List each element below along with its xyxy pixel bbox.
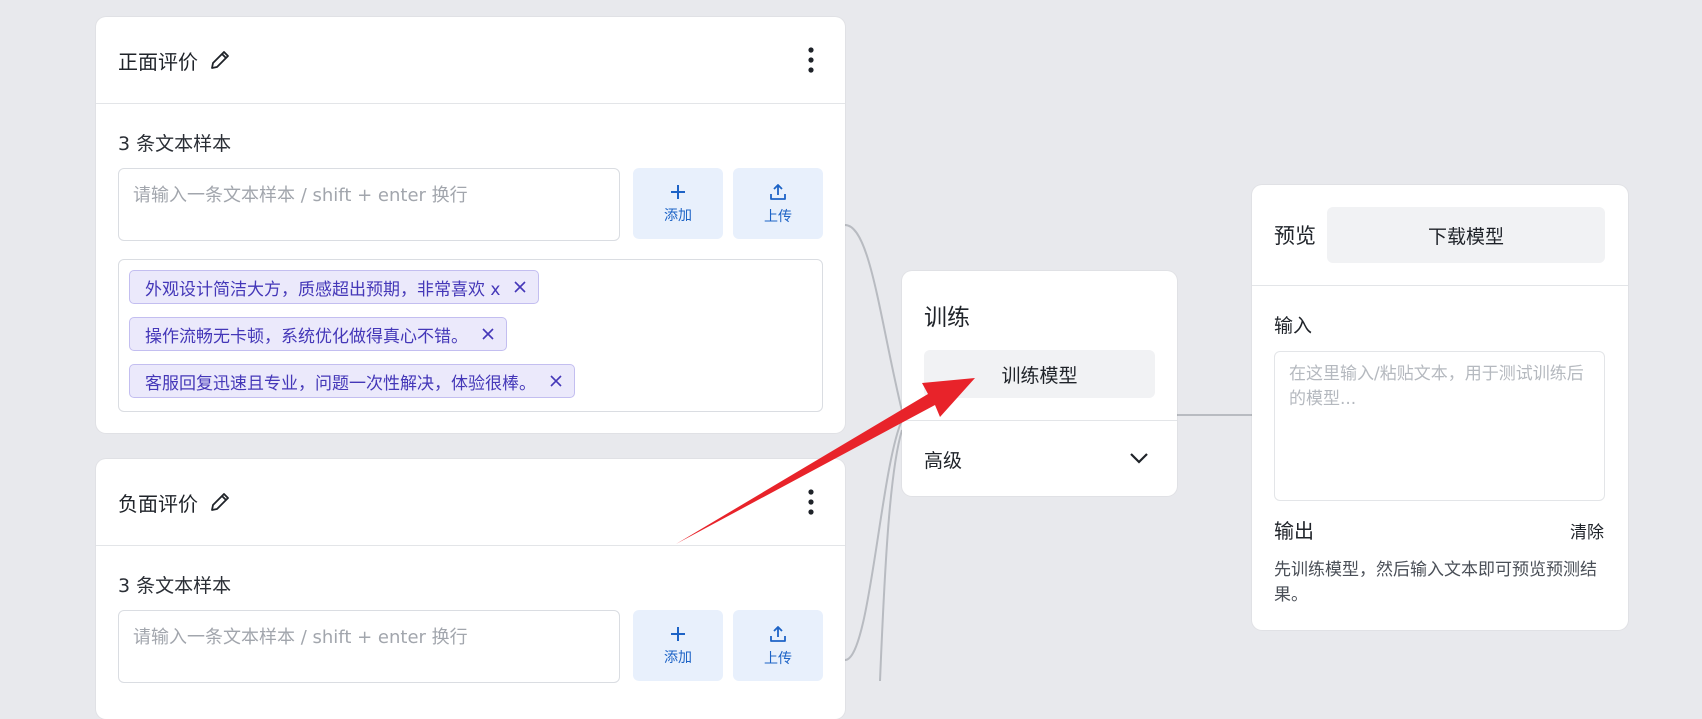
upload-button[interactable]: 上传	[733, 168, 823, 239]
add-button[interactable]: 添加	[633, 168, 723, 239]
add-button-label: 添加	[664, 649, 692, 666]
pencil-icon[interactable]	[208, 48, 232, 72]
class-card-positive: 正面评价 3 条文本样本 请输入一条文本样本 / shift + enter 换…	[96, 17, 845, 433]
class-card-header: 负面评价	[96, 459, 845, 546]
advanced-toggle[interactable]: 高级	[924, 446, 962, 473]
chevron-down-icon[interactable]	[1129, 452, 1149, 464]
output-hint: 先训练模型，然后输入文本即可预览预测结果。	[1274, 560, 1597, 605]
train-model-button[interactable]: 训练模型	[924, 350, 1155, 398]
sample-count: 3 条文本样本	[118, 575, 232, 597]
class-card-negative: 负面评价 3 条文本样本 请输入一条文本样本 / shift + enter 换…	[96, 459, 845, 719]
upload-button-label: 上传	[764, 208, 792, 225]
class-title[interactable]: 负面评价	[118, 488, 198, 517]
sample-count: 3 条文本样本	[118, 133, 232, 155]
divider	[1252, 285, 1628, 286]
output-label: 输出	[1274, 519, 1314, 543]
sample-input[interactable]: 请输入一条文本样本 / shift + enter 换行	[118, 610, 620, 683]
more-vertical-icon[interactable]	[807, 46, 815, 74]
close-icon[interactable]	[480, 326, 496, 342]
sample-chip-text: 外观设计简洁大方，质感超出预期，非常喜欢 x	[145, 279, 501, 300]
sample-chip: 操作流畅无卡顿，系统优化做得真心不错。	[129, 317, 507, 351]
sample-list: 外观设计简洁大方，质感超出预期，非常喜欢 x 操作流畅无卡顿，系统优化做得真心不…	[118, 259, 823, 412]
preview-card: 预览 下载模型 输入 在这里输入/粘贴文本，用于测试训练后的模型... 输出 清…	[1252, 185, 1628, 630]
sample-input[interactable]: 请输入一条文本样本 / shift + enter 换行	[118, 168, 620, 241]
clear-button[interactable]: 清除	[1570, 518, 1604, 543]
plus-icon	[671, 626, 685, 641]
input-label: 输入	[1274, 315, 1313, 337]
close-icon[interactable]	[548, 373, 564, 389]
pencil-icon[interactable]	[208, 490, 232, 514]
sample-chip-text: 操作流畅无卡顿，系统优化做得真心不错。	[145, 326, 468, 347]
preview-input[interactable]: 在这里输入/粘贴文本，用于测试训练后的模型...	[1274, 351, 1605, 501]
sample-chip: 客服回复迅速且专业，问题一次性解决，体验很棒。	[129, 364, 575, 398]
sample-chip-text: 客服回复迅速且专业，问题一次性解决，体验很棒。	[145, 373, 536, 394]
plus-icon	[671, 184, 685, 199]
divider	[902, 420, 1177, 421]
upload-icon	[770, 183, 786, 200]
add-button-label: 添加	[664, 207, 692, 224]
add-button[interactable]: 添加	[633, 610, 723, 681]
upload-button-label: 上传	[764, 650, 792, 667]
sample-chip: 外观设计简洁大方，质感超出预期，非常喜欢 x	[129, 270, 540, 304]
upload-button[interactable]: 上传	[733, 610, 823, 681]
upload-icon	[770, 625, 786, 642]
class-title[interactable]: 正面评价	[118, 46, 198, 75]
download-model-button[interactable]: 下载模型	[1327, 207, 1605, 263]
class-card-header: 正面评价	[96, 17, 845, 104]
train-title: 训练	[924, 305, 970, 331]
train-card: 训练 训练模型 高级	[902, 271, 1177, 496]
close-icon[interactable]	[512, 279, 528, 295]
preview-title: 预览	[1274, 224, 1316, 248]
more-vertical-icon[interactable]	[807, 488, 815, 516]
